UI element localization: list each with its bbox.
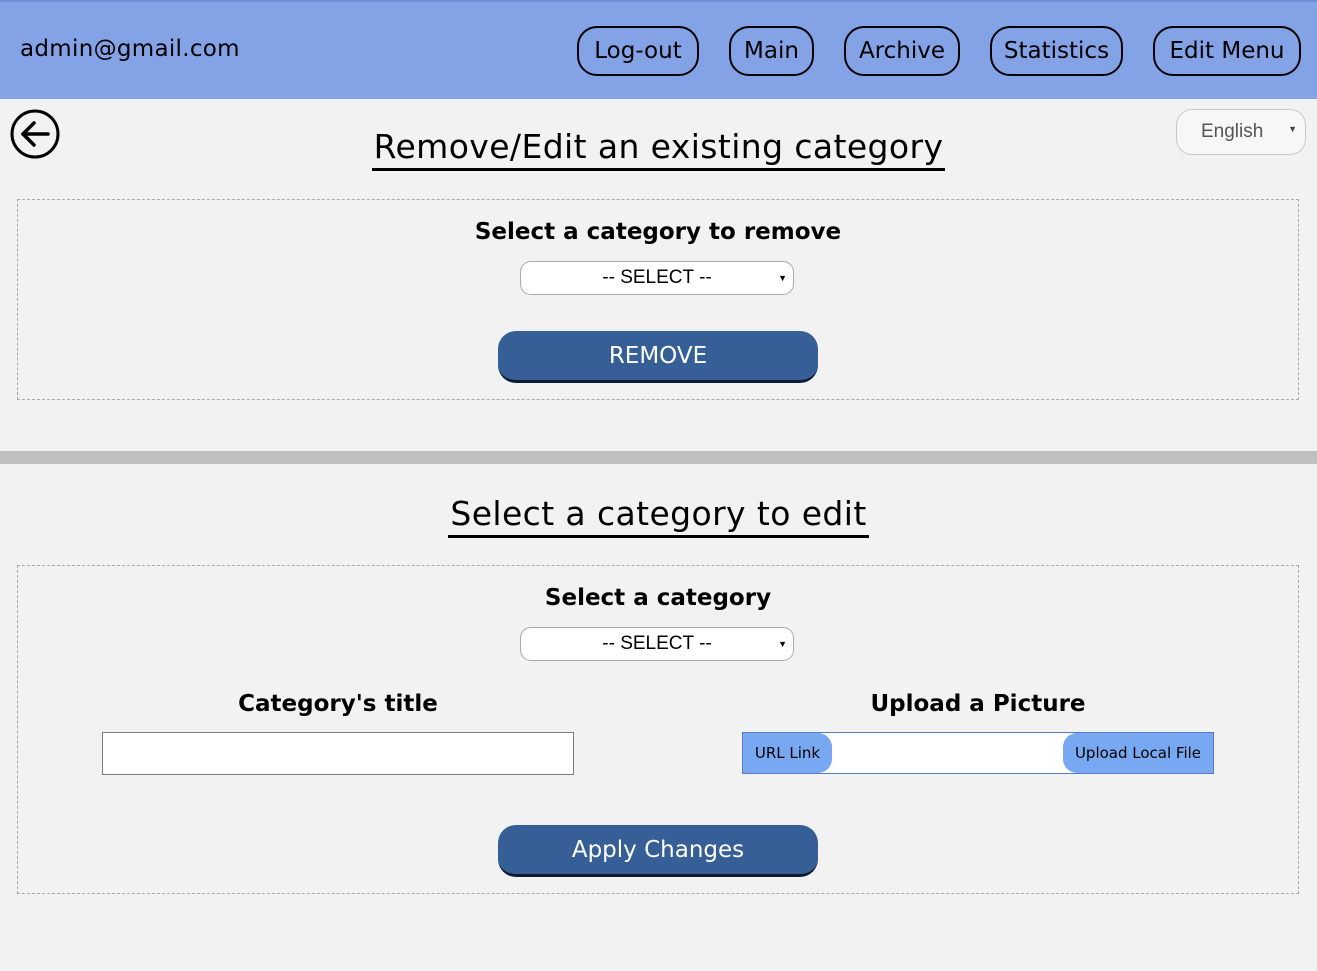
statistics-button[interactable]: Statistics bbox=[990, 26, 1123, 76]
chevron-down-icon: ▼ bbox=[778, 273, 787, 283]
edit-menu-button[interactable]: Edit Menu bbox=[1153, 26, 1301, 76]
logout-button[interactable]: Log-out bbox=[577, 26, 699, 76]
edit-category-select[interactable]: -- SELECT -- ▼ bbox=[520, 627, 794, 661]
edit-select-value: -- SELECT -- bbox=[602, 633, 712, 654]
remove-section-title: Remove/Edit an existing category bbox=[0, 127, 1317, 171]
category-title-label: Category's title bbox=[238, 691, 438, 717]
top-nav-bar: admin@gmail.com Log-out Main Archive Sta… bbox=[0, 0, 1317, 99]
remove-button[interactable]: REMOVE bbox=[498, 331, 818, 383]
main-button[interactable]: Main bbox=[729, 26, 814, 76]
upload-picture-bar: URL Link Upload Local File bbox=[742, 732, 1214, 774]
remove-select-label: Select a category to remove bbox=[474, 219, 842, 245]
archive-button[interactable]: Archive bbox=[844, 26, 960, 76]
chevron-down-icon: ▼ bbox=[778, 639, 787, 649]
user-email: admin@gmail.com bbox=[20, 36, 240, 62]
apply-changes-button[interactable]: Apply Changes bbox=[498, 825, 818, 877]
remove-select-value: -- SELECT -- bbox=[602, 267, 712, 288]
section-divider bbox=[0, 451, 1317, 464]
edit-select-label: Select a category bbox=[544, 585, 772, 611]
category-title-input[interactable] bbox=[102, 732, 574, 775]
url-link-button[interactable]: URL Link bbox=[743, 733, 832, 773]
upload-local-file-button[interactable]: Upload Local File bbox=[1063, 733, 1213, 773]
remove-category-select[interactable]: -- SELECT -- ▼ bbox=[520, 261, 794, 295]
edit-section-title: Select a category to edit bbox=[0, 494, 1317, 538]
upload-picture-label: Upload a Picture bbox=[870, 691, 1086, 717]
